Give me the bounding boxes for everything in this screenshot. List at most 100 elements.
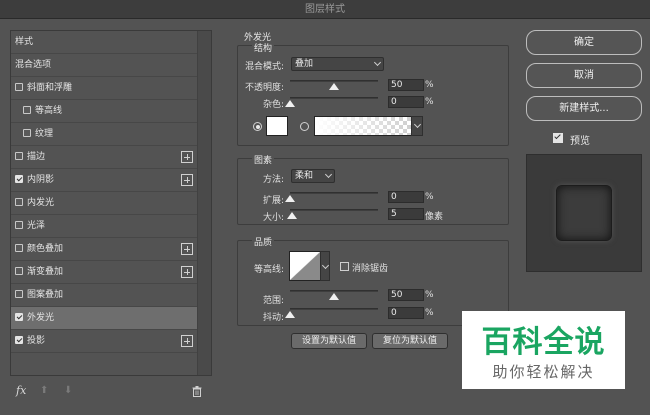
range-label: 范围: [262, 296, 284, 306]
style-list-item-label: 光泽 [27, 221, 46, 231]
add-effect-plus-icon[interactable] [181, 266, 193, 278]
add-effect-plus-icon[interactable] [181, 335, 193, 347]
antialias-label: 消除锯齿 [352, 264, 389, 274]
gradient-dropdown[interactable] [411, 116, 423, 136]
style-list-item-label: 混合选项 [15, 60, 52, 70]
method-value: 柔和 [295, 171, 314, 181]
style-checkbox[interactable] [23, 106, 31, 114]
style-list-item-label: 等高线 [35, 106, 63, 116]
range-slider-track[interactable] [290, 290, 378, 292]
style-checkbox[interactable] [23, 129, 31, 137]
style-list-item[interactable]: 内发光 [11, 192, 197, 215]
ok-button[interactable]: 确定 [526, 30, 642, 55]
spread-input[interactable]: 0 [388, 191, 424, 203]
range-slider-handle[interactable] [329, 293, 339, 300]
style-list: 样式混合选项斜面和浮雕等高线纹理描边内阴影内发光光泽颜色叠加渐变叠加图案叠加外发… [11, 31, 197, 353]
spread-slider-track[interactable] [290, 192, 378, 194]
style-list-item[interactable]: 颜色叠加 [11, 238, 197, 261]
solid-color-radio[interactable] [253, 122, 262, 131]
add-effect-plus-icon[interactable] [181, 174, 193, 186]
range-unit: % [425, 290, 434, 300]
blend-mode-value: 叠加 [295, 59, 314, 69]
style-checkbox[interactable] [15, 152, 23, 160]
contour-dropdown[interactable] [320, 251, 330, 281]
style-list-panel: 样式混合选项斜面和浮雕等高线纹理描边内阴影内发光光泽颜色叠加渐变叠加图案叠加外发… [10, 30, 212, 376]
style-list-item[interactable]: 描边 [11, 146, 197, 169]
window-title: 图层样式 [0, 0, 650, 19]
size-slider-track[interactable] [290, 209, 378, 211]
new-style-button[interactable]: 新建样式... [526, 96, 642, 121]
fx-icon[interactable]: fx [16, 384, 26, 397]
move-down-icon[interactable]: ⬇ [64, 385, 72, 396]
style-list-item[interactable]: 图案叠加 [11, 284, 197, 307]
style-checkbox[interactable] [15, 83, 23, 91]
glow-color-swatch[interactable] [266, 116, 288, 136]
style-list-item-label: 渐变叠加 [27, 267, 64, 277]
gradient-radio[interactable] [300, 122, 309, 131]
contour-label: 等高线: [253, 265, 284, 275]
style-list-item[interactable]: 混合选项 [11, 54, 197, 77]
structure-title: 结构 [252, 41, 275, 54]
preview-thumbnail [556, 185, 612, 241]
antialias-checkbox[interactable] [340, 262, 349, 271]
style-list-item-label: 样式 [15, 37, 34, 47]
style-list-item-label: 内发光 [27, 198, 55, 208]
size-slider-handle[interactable] [286, 212, 297, 219]
style-checkbox[interactable] [15, 175, 23, 183]
chevron-down-icon [373, 58, 382, 67]
jitter-slider-handle[interactable] [285, 311, 295, 318]
opacity-slider-track[interactable] [290, 80, 378, 82]
add-effect-plus-icon[interactable] [181, 243, 193, 255]
watermark: 百科全说 助你轻松解决 [462, 311, 625, 389]
style-list-item[interactable]: 投影 [11, 330, 197, 353]
noise-slider-handle[interactable] [285, 100, 295, 107]
jitter-input[interactable]: 0 [388, 307, 424, 319]
noise-input[interactable]: 0 [388, 96, 424, 108]
range-input[interactable]: 50 [388, 289, 424, 301]
spread-unit: % [425, 192, 434, 202]
opacity-slider-handle[interactable] [329, 83, 339, 90]
gradient-swatch[interactable] [314, 116, 412, 136]
style-list-item-label: 内阴影 [27, 175, 55, 185]
cancel-button[interactable]: 取消 [526, 63, 642, 88]
style-list-item[interactable]: 斜面和浮雕 [11, 77, 197, 100]
add-effect-plus-icon[interactable] [181, 151, 193, 163]
style-list-item-label: 外发光 [27, 313, 55, 323]
chevron-down-icon [324, 170, 333, 179]
style-checkbox[interactable] [15, 198, 23, 206]
contour-preview[interactable] [289, 251, 321, 281]
style-list-item-label: 纹理 [35, 129, 54, 139]
size-input[interactable]: 5 [388, 208, 424, 220]
style-list-item[interactable]: 纹理 [11, 123, 197, 146]
blend-mode-select[interactable]: 叠加 [291, 57, 384, 71]
set-default-button[interactable]: 设置为默认值 [291, 333, 367, 349]
style-checkbox[interactable] [15, 267, 23, 275]
jitter-slider-track[interactable] [290, 308, 378, 310]
spread-slider-handle[interactable] [285, 195, 295, 202]
noise-slider-track[interactable] [290, 97, 378, 99]
style-checkbox[interactable] [15, 313, 23, 321]
method-select[interactable]: 柔和 [291, 169, 335, 183]
style-list-item[interactable]: 样式 [11, 31, 197, 54]
reset-default-button[interactable]: 复位为默认值 [372, 333, 448, 349]
opacity-input[interactable]: 50 [388, 79, 424, 91]
style-list-item[interactable]: 内阴影 [11, 169, 197, 192]
style-checkbox[interactable] [15, 290, 23, 298]
preview-checkbox[interactable] [553, 133, 563, 143]
style-list-scrollbar[interactable] [197, 31, 211, 375]
style-list-item[interactable]: 等高线 [11, 100, 197, 123]
watermark-title: 百科全说 [481, 325, 606, 360]
preview-label: 预览 [570, 136, 590, 147]
style-checkbox[interactable] [15, 221, 23, 229]
style-list-item-label: 图案叠加 [27, 290, 64, 300]
style-list-item-label: 描边 [27, 152, 46, 162]
style-list-item[interactable]: 外发光 [11, 307, 197, 330]
move-up-icon[interactable]: ⬆ [40, 385, 48, 396]
style-checkbox[interactable] [15, 244, 23, 252]
style-list-item-label: 颜色叠加 [27, 244, 64, 254]
blend-mode-label: 混合模式: [244, 62, 284, 72]
style-list-item[interactable]: 光泽 [11, 215, 197, 238]
style-checkbox[interactable] [15, 336, 23, 344]
style-list-item[interactable]: 渐变叠加 [11, 261, 197, 284]
trash-icon[interactable] [192, 386, 202, 397]
